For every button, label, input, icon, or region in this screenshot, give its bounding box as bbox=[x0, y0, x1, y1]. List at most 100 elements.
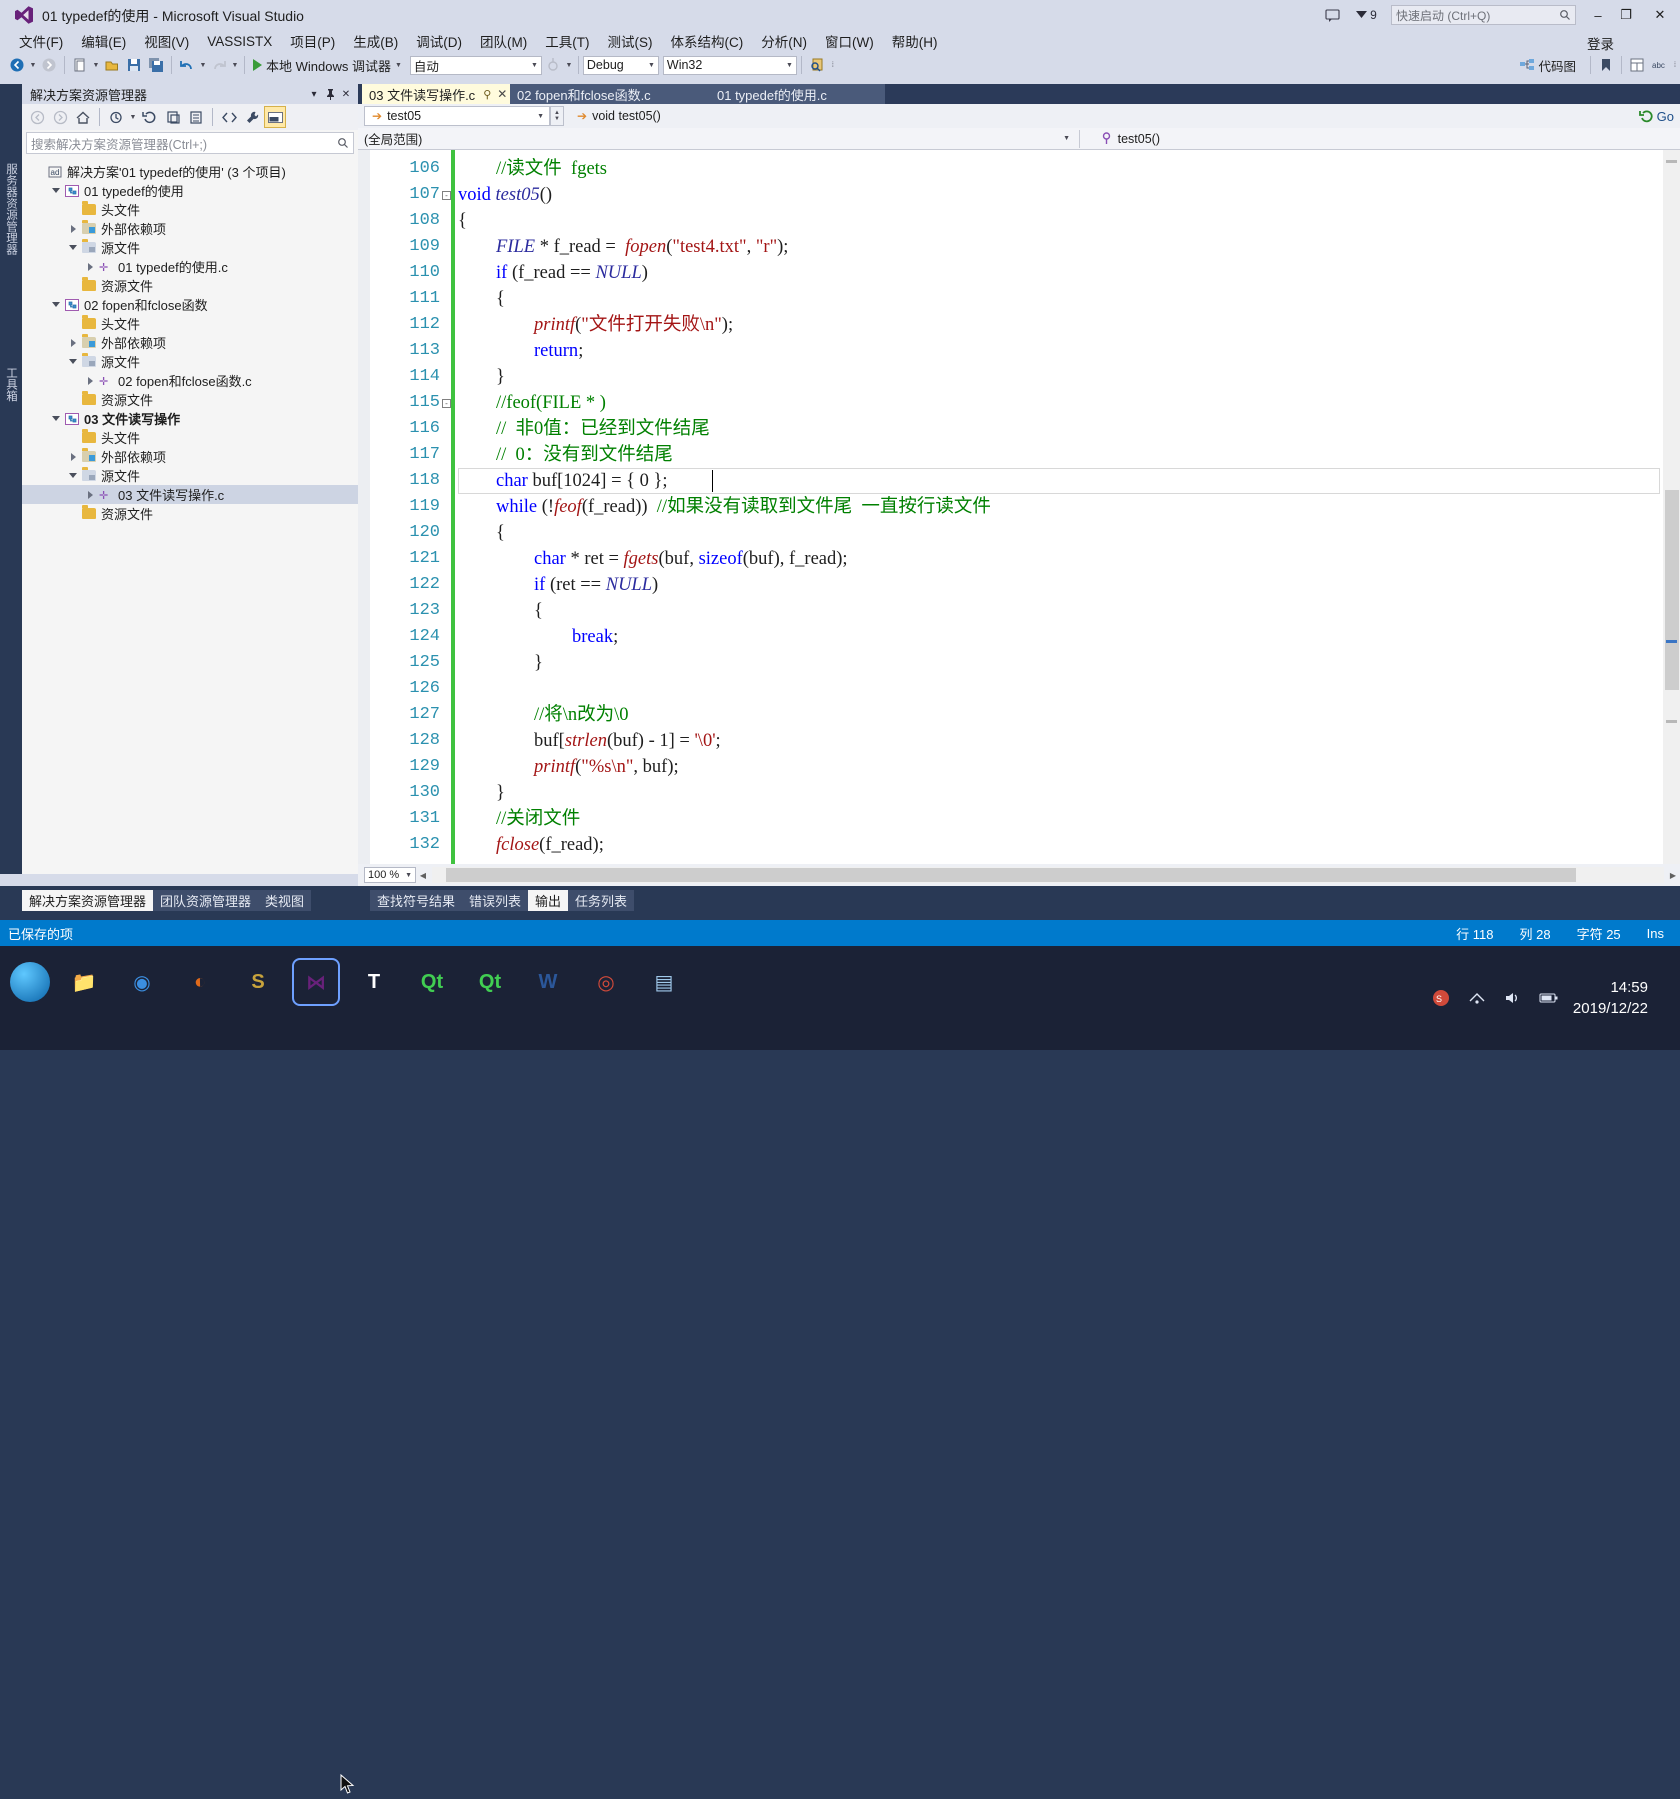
menu-item-5[interactable]: 生成(B) bbox=[344, 29, 407, 53]
server-explorer-vtab[interactable]: 服务器资源管理器 bbox=[0, 94, 22, 324]
code-view-icon[interactable] bbox=[218, 106, 240, 128]
code-line[interactable]: 106 //读文件 fgets bbox=[358, 156, 1680, 182]
save-icon[interactable] bbox=[123, 54, 145, 76]
solution-tree-item[interactable]: ✛ 03 文件读写操作.c bbox=[22, 485, 358, 504]
menu-item-2[interactable]: 视图(V) bbox=[135, 29, 198, 53]
twisty-open-icon[interactable] bbox=[49, 302, 63, 307]
editor-vertical-scrollbar[interactable] bbox=[1663, 150, 1680, 864]
qt-designer-icon[interactable]: Qt bbox=[468, 960, 512, 1004]
code-editor[interactable]: 106//读文件 fgets 107- void test05() 108{109 FI… bbox=[358, 150, 1680, 864]
maximize-button[interactable]: ❐ bbox=[1612, 0, 1640, 30]
document-tab-2[interactable]: 01 typedef的使用.c bbox=[710, 84, 885, 104]
code-line[interactable]: 118 char buf[1024] = { 0 }; bbox=[358, 468, 1680, 494]
solution-tree-item[interactable]: ✛ 02 fopen和fclose函数.c bbox=[22, 371, 358, 390]
menu-item-7[interactable]: 团队(M) bbox=[471, 29, 536, 53]
close-icon[interactable]: ✕ bbox=[497, 87, 507, 101]
code-line[interactable]: 129 printf("%s\n", buf); bbox=[358, 754, 1680, 780]
scroll-right-arrow[interactable]: ▶ bbox=[1666, 867, 1680, 883]
code-line[interactable]: 127 //将\n改为\0 bbox=[358, 702, 1680, 728]
toolbox-vtab[interactable]: 工具箱 bbox=[0, 339, 22, 429]
scrollbar-thumb[interactable] bbox=[446, 868, 1576, 882]
solution-tree-item[interactable]: 03 文件读写操作 bbox=[22, 409, 358, 428]
solution-tree-item[interactable]: ad 解决方案'01 typedef的使用' (3 个项目) bbox=[22, 162, 358, 181]
nav-spinner[interactable]: ▲ ▼ bbox=[550, 106, 564, 126]
twisty-closed-icon[interactable] bbox=[83, 376, 97, 385]
code-line[interactable]: 120 { bbox=[358, 520, 1680, 546]
abc-icon[interactable]: abc bbox=[1648, 54, 1670, 76]
menu-item-11[interactable]: 分析(N) bbox=[752, 29, 816, 53]
menu-item-9[interactable]: 测试(S) bbox=[599, 29, 662, 53]
properties-window-icon[interactable] bbox=[1626, 54, 1648, 76]
start-orb-icon[interactable] bbox=[10, 962, 50, 1002]
fold-toggle-icon[interactable]: - bbox=[442, 399, 451, 408]
code-line[interactable]: 122 if (ret == NULL) bbox=[358, 572, 1680, 598]
file-explorer-icon[interactable]: 📁 bbox=[62, 960, 106, 1004]
code-line[interactable]: 132 fclose(f_read); bbox=[358, 832, 1680, 858]
undo-icon[interactable] bbox=[176, 54, 198, 76]
word-icon[interactable]: W bbox=[526, 960, 570, 1004]
bottom-tab-right-3[interactable]: 任务列表 bbox=[568, 890, 634, 911]
member-selector-right[interactable]: ➔ void test05() bbox=[572, 109, 661, 123]
code-line[interactable]: 126 bbox=[358, 676, 1680, 702]
menu-item-10[interactable]: 体系结构(C) bbox=[662, 29, 753, 53]
twisty-closed-icon[interactable] bbox=[83, 490, 97, 499]
network-icon[interactable] bbox=[1465, 986, 1489, 1010]
solution-tree-item[interactable]: 资源文件 bbox=[22, 504, 358, 523]
close-button[interactable]: ✕ bbox=[1640, 0, 1680, 30]
code-line[interactable]: 108 { bbox=[358, 208, 1680, 234]
code-line[interactable]: 114} bbox=[358, 364, 1680, 390]
save-all-icon[interactable] bbox=[145, 54, 167, 76]
solution-tree-item[interactable]: ✛ 01 typedef的使用.c bbox=[22, 257, 358, 276]
collapse-all-icon[interactable] bbox=[185, 106, 207, 128]
bottom-tab-right-0[interactable]: 查找符号结果 bbox=[370, 890, 462, 911]
menu-item-1[interactable]: 编辑(E) bbox=[72, 29, 135, 53]
bottom-tab-right-1[interactable]: 错误列表 bbox=[462, 890, 528, 911]
solution-tree-item[interactable]: 外部依赖项 bbox=[22, 333, 358, 352]
platform-combo[interactable]: Win32 ▼ bbox=[662, 55, 797, 75]
menu-item-6[interactable]: 调试(D) bbox=[407, 29, 471, 53]
code-line[interactable]: 112 printf("文件打开失败\n"); bbox=[358, 312, 1680, 338]
ime-icon[interactable]: S bbox=[1429, 986, 1453, 1010]
menu-item-12[interactable]: 窗口(W) bbox=[816, 29, 883, 53]
pin-icon[interactable] bbox=[322, 85, 338, 103]
chevron-down-icon[interactable]: ▼ bbox=[1063, 135, 1070, 142]
back-dropdown-icon[interactable]: ▼ bbox=[28, 54, 38, 76]
solution-tree-item[interactable]: 02 fopen和fclose函数 bbox=[22, 295, 358, 314]
properties-wrench-icon[interactable] bbox=[241, 106, 263, 128]
undo-dropdown-icon[interactable]: ▼ bbox=[198, 54, 208, 76]
notepad-icon[interactable]: ▤ bbox=[642, 960, 686, 1004]
visual-studio-icon[interactable]: ⋈ bbox=[292, 958, 340, 1006]
bottom-tab-left-0[interactable]: 解决方案资源管理器 bbox=[22, 890, 154, 911]
chevron-down-icon[interactable]: ▾ bbox=[306, 85, 322, 103]
browser-icon[interactable]: ◎ bbox=[584, 960, 628, 1004]
twisty-open-icon[interactable] bbox=[66, 359, 80, 364]
code-line[interactable]: 130} bbox=[358, 780, 1680, 806]
zoom-level-combo[interactable]: 100 % ▼ bbox=[364, 867, 416, 883]
solution-tree-item[interactable]: 资源文件 bbox=[22, 390, 358, 409]
start-debugging-button[interactable]: 本地 Windows 调试器 ▼ bbox=[249, 54, 406, 76]
solution-tree-item[interactable]: 资源文件 bbox=[22, 276, 358, 295]
solution-config-combo[interactable]: Debug ▼ bbox=[582, 55, 659, 75]
refresh-icon[interactable] bbox=[139, 106, 161, 128]
quick-launch-input[interactable]: 快速启动 (Ctrl+Q) bbox=[1391, 5, 1576, 25]
show-desktop-icon[interactable] bbox=[1660, 986, 1666, 1010]
solution-explorer-search-input[interactable]: 搜索解决方案资源管理器(Ctrl+;) bbox=[26, 132, 354, 154]
close-icon[interactable]: ✕ bbox=[338, 85, 354, 103]
minimize-button[interactable]: – bbox=[1584, 0, 1612, 30]
firefox-icon[interactable]: ◐ bbox=[178, 960, 222, 1004]
code-line[interactable]: 116 // 非0值：已经到文件结尾 bbox=[358, 416, 1680, 442]
find-in-files-icon[interactable] bbox=[806, 54, 828, 76]
new-dropdown-icon[interactable]: ▼ bbox=[91, 54, 101, 76]
code-line[interactable]: 110 if (f_read == NULL) bbox=[358, 260, 1680, 286]
solution-tree-item[interactable]: 外部依赖项 bbox=[22, 219, 358, 238]
scope-left-value[interactable]: (全局范围) bbox=[364, 129, 422, 148]
chrome-icon[interactable]: ◉ bbox=[120, 960, 164, 1004]
taskbar-clock[interactable]: 14:59 2019/12/22 bbox=[1573, 977, 1648, 1019]
solution-tree-item[interactable]: 源文件 bbox=[22, 238, 358, 257]
code-line[interactable]: 131 //关闭文件 bbox=[358, 806, 1680, 832]
sublime-icon[interactable]: S bbox=[236, 960, 280, 1004]
menu-item-8[interactable]: 工具(T) bbox=[536, 29, 598, 53]
bottom-tab-right-2[interactable]: 输出 bbox=[528, 890, 569, 911]
solution-tree-item[interactable]: 源文件 bbox=[22, 352, 358, 371]
navigate-back-icon[interactable] bbox=[6, 54, 28, 76]
